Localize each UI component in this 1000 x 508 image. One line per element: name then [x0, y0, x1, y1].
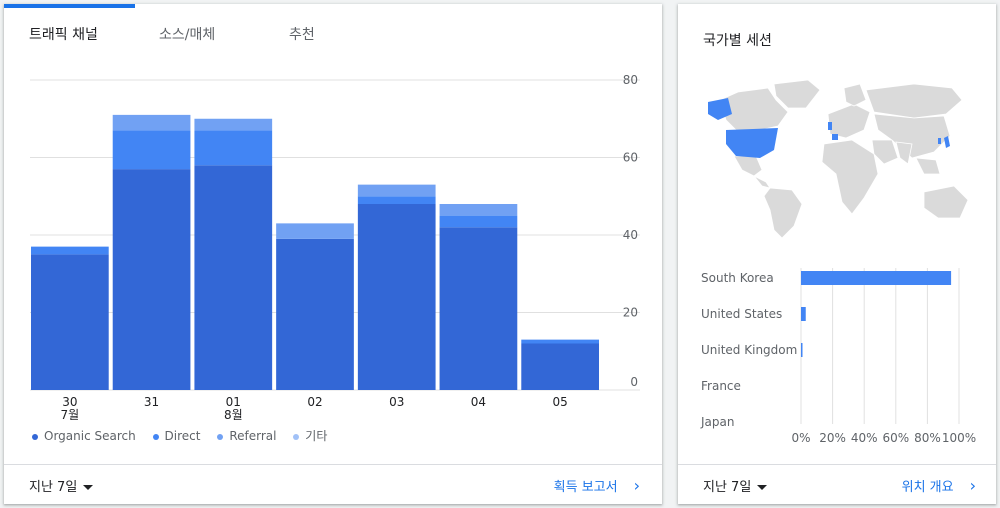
x-tick-label: 40%: [851, 431, 878, 445]
legend-item-other[interactable]: 기타: [293, 427, 327, 444]
bar-segment-direct[interactable]: [521, 339, 599, 344]
legend-label: 기타: [305, 429, 328, 443]
legend-label: Referral: [229, 429, 277, 443]
map-uk-highlight: [828, 122, 832, 130]
x-tick-sublabel: 7월: [61, 408, 80, 422]
legend-label: Direct: [164, 429, 201, 443]
map-central-america: [753, 175, 771, 189]
x-tick-label: 05: [553, 395, 568, 409]
link-label: 위치 개요: [901, 480, 954, 495]
date-range-label: 지난 7일: [703, 480, 752, 495]
x-tick-label: 100%: [942, 431, 976, 445]
y-tick-label: 60: [623, 151, 638, 165]
country-bar[interactable]: [801, 307, 806, 321]
country-label: United Kingdom: [701, 343, 797, 357]
x-tick-label: 60%: [882, 431, 909, 445]
country-bar-chart: 0% 20% 40% 60% 80% 100% South Korea United Stat…: [700, 268, 976, 445]
x-tick-label: 0%: [791, 431, 810, 445]
bar-segment-organic-search[interactable]: [357, 204, 436, 390]
map-south-america: [763, 187, 803, 238]
chevron-right-icon: ›: [633, 476, 640, 495]
bar-segment-direct[interactable]: [439, 215, 518, 228]
x-tick-label: 04: [471, 395, 486, 409]
bar-segment-organic-search[interactable]: [521, 343, 599, 391]
bar-segment-organic-search[interactable]: [112, 169, 191, 390]
legend-item-organic[interactable]: Organic Search: [32, 429, 136, 443]
chevron-right-icon: ›: [969, 476, 976, 495]
country-label: South Korea: [701, 271, 774, 285]
bar-segment-organic-search[interactable]: [194, 165, 273, 390]
x-tick-label: 03: [389, 395, 404, 409]
x-tick-label: 02: [307, 395, 322, 409]
bar-segment-referral[interactable]: [112, 114, 191, 131]
legend-dot-direct: [152, 433, 159, 440]
date-range-dropdown[interactable]: 지난 7일: [29, 476, 94, 495]
bar-segment-direct[interactable]: [194, 130, 273, 166]
x-tick-label: 80%: [914, 431, 941, 445]
country-card-footer: 지난 7일 위치 개요 ›: [678, 464, 996, 504]
map-russia: [865, 83, 963, 119]
x-tick-label: 20%: [819, 431, 846, 445]
y-tick-label: 20: [623, 306, 638, 320]
bar-segment-referral[interactable]: [194, 118, 273, 131]
bar-segment-direct[interactable]: [357, 196, 436, 204]
x-tick-label: 01: [226, 395, 241, 409]
date-range-label: 지난 7일: [29, 480, 78, 495]
bar-segment-organic-search[interactable]: [276, 238, 354, 390]
map-scandinavia: [843, 83, 867, 107]
map-mexico: [733, 155, 763, 177]
x-tick-label: 31: [144, 395, 159, 409]
date-range-dropdown[interactable]: 지난 7일: [703, 476, 768, 495]
y-tick-label: 0: [630, 375, 638, 389]
map-australia: [923, 185, 969, 219]
legend-item-direct[interactable]: Direct: [152, 429, 201, 443]
card-title: 국가별 세션: [703, 33, 772, 49]
map-middle-east: [871, 139, 899, 165]
x-tick-sublabel: 8월: [224, 408, 243, 422]
bar-segment-referral[interactable]: [276, 223, 354, 239]
map-india: [895, 141, 913, 165]
traffic-card-footer: 지난 7일 획득 보고서 ›: [4, 464, 662, 504]
country-bar[interactable]: [801, 271, 952, 285]
bar-segment-direct[interactable]: [31, 246, 109, 255]
map-europe: [827, 103, 871, 139]
caret-down-icon: [757, 485, 768, 490]
chart-legend: Organic Search Direct Referral 기타: [32, 427, 340, 444]
traffic-chart: 0 20 40 60 80 307월 31 018월 02 03 04 05: [30, 73, 640, 422]
map-france-highlight: [832, 134, 838, 140]
legend-dot-referral: [217, 433, 224, 440]
link-label: 획득 보고서: [553, 480, 618, 495]
bar-segment-referral[interactable]: [439, 204, 518, 216]
bar-segment-organic-search[interactable]: [31, 254, 109, 390]
legend-dot-other: [293, 433, 300, 440]
legend-item-referral[interactable]: Referral: [217, 429, 276, 443]
country-label: Japan: [700, 415, 734, 429]
map-usa-highlight: [726, 128, 778, 158]
traffic-card: 트래픽 채널 소스/매체 추천 0 20 40 60 80 30 7월 31 01 8월 02 03 0…: [4, 4, 662, 504]
map-africa: [821, 139, 879, 215]
map-greenland: [773, 79, 821, 109]
map-korea-highlight: [938, 138, 941, 144]
legend-dot-organic: [32, 433, 38, 440]
map-japan-highlight: [944, 136, 950, 148]
bar-segment-referral[interactable]: [357, 184, 436, 197]
caret-down-icon: [83, 485, 94, 490]
bar-segment-direct[interactable]: [112, 130, 191, 170]
bar-segment-organic-search[interactable]: [439, 227, 518, 390]
map-southeast-asia: [915, 157, 941, 175]
y-tick-label: 40: [623, 228, 638, 242]
country-label: United States: [701, 307, 782, 321]
country-bar[interactable]: [801, 343, 803, 357]
world-map: [708, 79, 969, 238]
country-label: France: [701, 379, 741, 393]
legend-label: Organic Search: [44, 429, 136, 443]
x-tick-label: 30: [62, 395, 77, 409]
location-overview-link[interactable]: 위치 개요 ›: [901, 476, 976, 496]
country-sessions-card: 국가별 세션 0% 20% 40% 60% 80% 100% South Kor…: [678, 4, 996, 504]
acquisition-report-link[interactable]: 획득 보고서 ›: [553, 476, 640, 496]
y-tick-label: 80: [623, 73, 638, 87]
